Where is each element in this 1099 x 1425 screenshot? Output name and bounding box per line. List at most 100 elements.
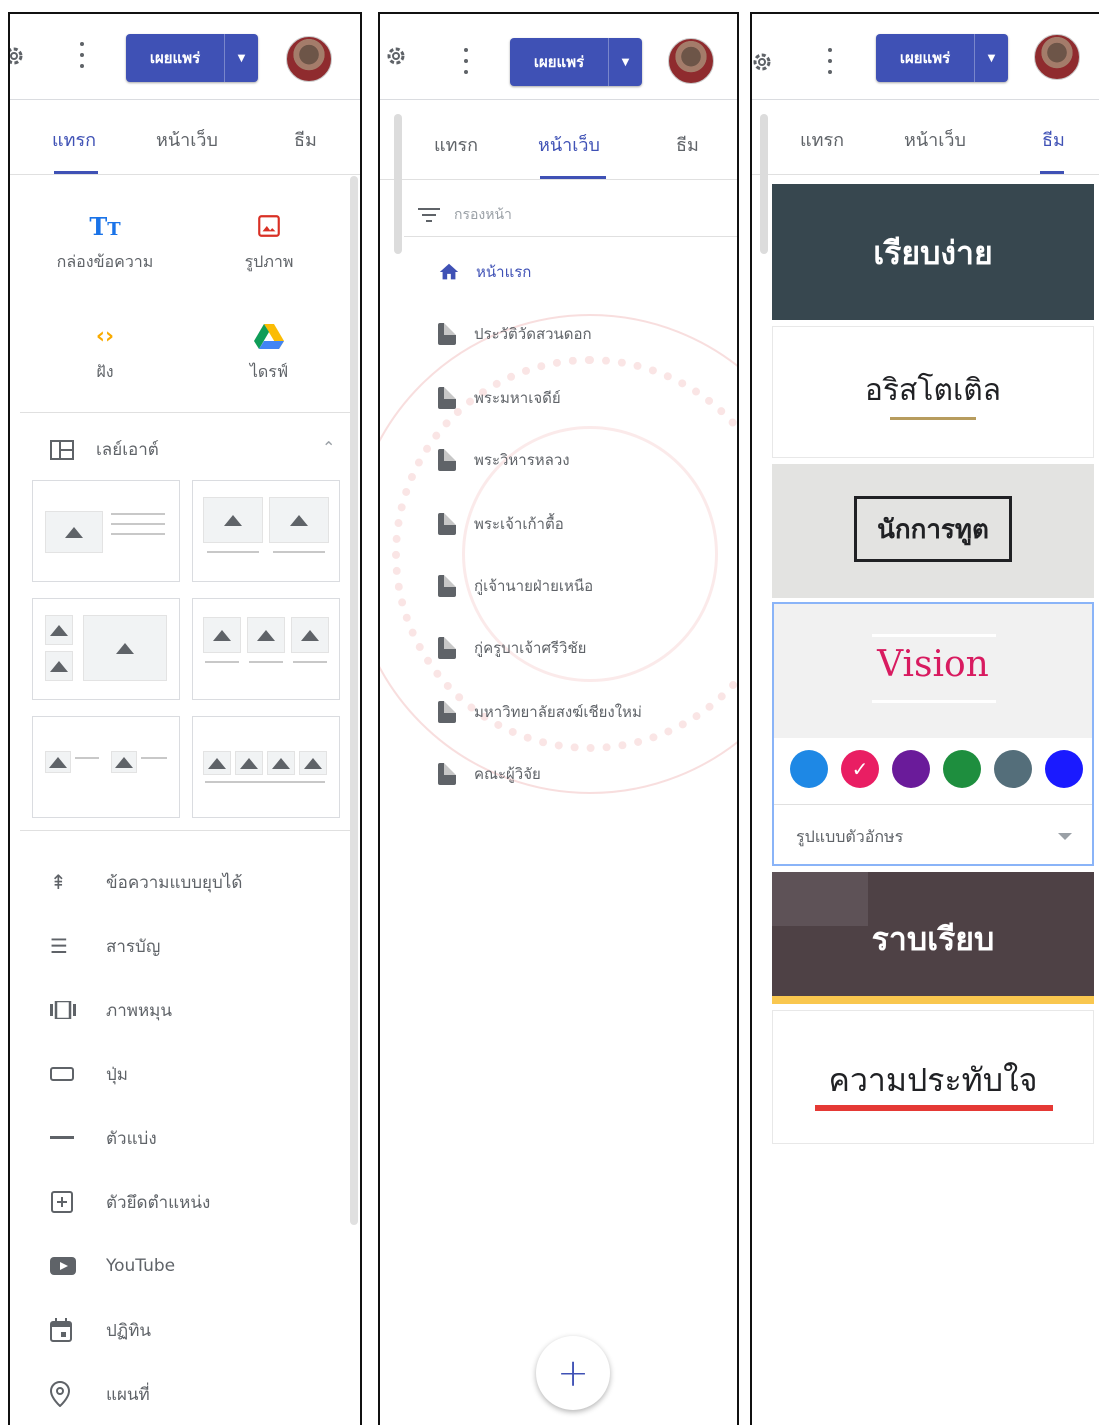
publish-button[interactable]: เผยแพร่ [876,34,974,82]
text-line [273,551,325,553]
scrollbar[interactable] [394,114,402,254]
caret-down-icon[interactable]: ▼ [974,34,1008,82]
theme-title: ราบเรียบ [871,920,995,958]
tab-insert[interactable]: แทรก [434,130,478,159]
insert-collapsible-text[interactable]: ⇞ ข้อความแบบยุบได้ [50,868,242,896]
theme-accent-line [872,634,996,637]
font-style-select[interactable]: รูปแบบตัวอักษร [774,804,1092,864]
theme-title: นักการทูต [854,496,1012,562]
tab-insert[interactable]: แทรก [800,125,844,154]
layout-option-3[interactable] [32,598,180,700]
avatar[interactable] [668,38,714,84]
caret-down-icon[interactable]: ▼ [608,38,642,86]
insert-text-box[interactable]: TT กล่องข้อความ [40,206,170,275]
theme-aristotle[interactable]: อริสโตเติล [772,326,1094,458]
page-item[interactable]: คณะผู้วิจัย [438,762,541,786]
layout-option-4[interactable] [192,598,340,700]
more-vert-icon[interactable] [826,48,834,74]
page-item-label: คณะผู้วิจัย [474,765,541,783]
insert-youtube[interactable]: YouTube [50,1252,175,1280]
scrollbar[interactable] [350,176,358,1225]
sidebar-tabs: แทรก หน้าเว็บ ธีม [10,101,360,175]
color-swatch-purple[interactable] [892,750,930,788]
color-swatch-green[interactable] [943,750,981,788]
caret-down-icon [1058,833,1072,840]
layouts-header[interactable]: เลย์เอาต์ [50,436,159,463]
divider-label: ตัวแบ่ง [106,1128,157,1149]
page-icon [438,763,456,785]
tab-pages[interactable]: หน้าเว็บ [156,125,218,154]
insert-placeholder[interactable]: ตัวยึดตำแหน่ง [50,1188,210,1216]
gear-icon[interactable] [384,44,408,68]
insert-embed[interactable]: ‹› ฝัง [40,316,170,385]
page-item[interactable]: กู่เจ้านายฝ่ายเหนือ [438,574,593,598]
avatar[interactable] [1034,34,1080,80]
page-item[interactable]: กู่ครูบาเจ้าศรีวิชัย [438,636,586,660]
image-placeholder [203,497,263,543]
color-swatch-pink-selected[interactable]: ✓ [841,750,879,788]
text-line [111,533,165,535]
insert-carousel[interactable]: ภาพหมุน [50,996,172,1024]
tab-insert[interactable]: แทรก [52,125,96,154]
color-swatches: ✓ [790,750,1083,788]
insert-table-of-contents[interactable]: ☰ สารบัญ [50,932,160,960]
theme-diplomat[interactable]: นักการทูต [772,464,1094,598]
theme-accent-line [815,1105,1053,1111]
layout-option-2[interactable] [192,480,340,582]
tab-themes[interactable]: ธีม [1042,125,1065,154]
insert-image[interactable]: รูปภาพ [204,206,334,275]
page-item[interactable]: พระวิหารหลวง [438,448,570,472]
insert-button[interactable]: ปุ่ม [50,1060,128,1088]
color-swatch-blue[interactable] [790,750,828,788]
text-box-icon: TT [89,211,121,241]
theme-impression[interactable]: ความประทับใจ [772,1010,1094,1144]
caret-down-icon[interactable]: ▼ [224,34,258,82]
color-swatch-slate[interactable] [994,750,1032,788]
theme-accent-line [890,417,976,420]
tab-themes[interactable]: ธีม [294,125,317,154]
page-item-home[interactable]: หน้าแรก [438,260,531,284]
page-item[interactable]: พระเจ้าเก้าตื้อ [438,512,564,536]
tab-pages[interactable]: หน้าเว็บ [538,130,600,159]
page-item[interactable]: ประวัติวัดสวนดอก [438,322,592,346]
filter-placeholder: กรองหน้า [454,207,512,223]
layout-option-1[interactable] [32,480,180,582]
page-item-label: พระมหาเจดีย์ [474,389,561,407]
avatar[interactable] [286,36,332,82]
add-page-button[interactable]: + [536,1336,610,1410]
layout-option-6[interactable] [192,716,340,818]
tab-themes[interactable]: ธีม [676,130,699,159]
gear-icon[interactable] [8,44,26,68]
layouts-label: เลย์เอาต์ [96,440,159,460]
active-tab-indicator [1040,171,1064,174]
page-item[interactable]: พระมหาเจดีย์ [438,386,561,410]
page-item-label: ประวัติวัดสวนดอก [474,325,592,343]
filter-pages[interactable]: กรองหน้า [418,204,512,226]
insert-calendar[interactable]: ปฏิทิน [50,1316,151,1344]
theme-simple[interactable]: เรียบง่าย [772,184,1094,320]
scrollbar[interactable] [760,114,768,254]
theme-title: อริสโตเติล [864,373,1002,408]
tab-pages[interactable]: หน้าเว็บ [904,125,966,154]
theme-level[interactable]: ราบเรียบ [772,872,1094,1004]
page-item-label: พระวิหารหลวง [474,451,570,469]
insert-drive[interactable]: ไดรฟ์ [204,316,334,385]
layout-option-5[interactable] [32,716,180,818]
insert-divider[interactable]: ตัวแบ่ง [50,1124,157,1152]
gear-icon[interactable] [750,50,774,74]
table-of-contents-icon: ☰ [50,934,68,958]
more-vert-icon[interactable] [462,48,470,74]
button-label: ปุ่ม [106,1064,128,1085]
chevron-up-icon[interactable]: ⌃ [322,438,335,457]
publish-button[interactable]: เผยแพร่ [126,34,224,82]
insert-map[interactable]: แผนที่ [50,1380,150,1408]
placeholder-icon [50,1188,86,1216]
calendar-label: ปฏิทิน [106,1320,152,1341]
more-vert-icon[interactable] [78,42,86,68]
color-swatch-royal-blue[interactable] [1045,750,1083,788]
publish-button[interactable]: เผยแพร่ [510,38,608,86]
calendar-icon [50,1316,86,1344]
theme-vision[interactable]: Vision ✓ รูปแบบตัวอักษร [772,602,1094,866]
filter-icon [418,208,440,222]
page-item[interactable]: มหาวิทยาลัยสงฆ์เชียงใหม่ [438,700,642,724]
